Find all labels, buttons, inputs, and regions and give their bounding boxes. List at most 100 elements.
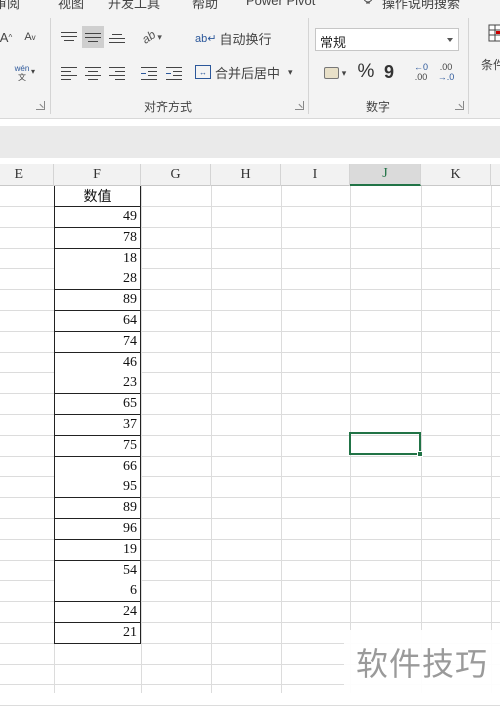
chevron-down-icon [447,38,453,42]
value-cell[interactable]: 24 [54,602,141,624]
value-cell[interactable]: 64 [54,311,141,332]
align-right-button[interactable] [106,61,128,83]
column-header-j[interactable]: J [350,164,421,186]
percent-label: % [357,61,375,82]
tab-developer[interactable]: 开发工具 [108,0,160,12]
table-header-cell[interactable]: 数值 [54,186,141,207]
align-center-button[interactable] [82,61,104,83]
value-cell[interactable]: 37 [54,415,141,436]
increase-font-label: A [0,29,9,45]
align-center-icon [85,66,101,80]
align-bottom-button[interactable] [106,26,128,48]
decrease-decimal-top: .00 [439,62,453,72]
wrap-text-label: 自动换行 [219,31,272,47]
decrease-decimal-button[interactable]: .00 →.0 [434,59,458,85]
font-dialog-launcher-icon[interactable] [36,101,45,110]
value-cell[interactable]: 18 [54,248,141,270]
conditional-formatting-label[interactable]: 条件 [478,56,500,72]
lightbulb-icon [358,0,378,8]
tab-review[interactable]: 审阅 [0,0,20,12]
chevron-down-icon: ▾ [288,66,293,77]
decrease-decimal-bottom: →.0 [437,72,455,82]
increase-decimal-bottom: .00 [414,72,428,82]
decrease-indent-icon [141,66,157,80]
align-left-icon [61,66,77,80]
ribbon: 审阅 视图 开发工具 帮助 Power Pivot 操作说明搜索 A ^ Av w… [0,0,500,118]
comma-label: 9 [383,61,394,82]
align-middle-icon [85,31,101,44]
orientation-button[interactable]: ab ▾ [136,26,168,48]
value-cell[interactable]: 89 [54,498,141,520]
value-cell[interactable]: 95 [54,477,141,499]
column-header-g[interactable]: G [141,164,211,186]
value-cell[interactable]: 65 [54,394,141,416]
column-gridline [421,186,422,693]
merge-icon: ↔ [195,65,211,79]
increase-indent-icon [166,66,182,80]
decrease-indent-button[interactable] [138,61,160,83]
value-cell[interactable]: 49 [54,207,141,228]
tab-help[interactable]: 帮助 [192,0,218,12]
column-header-i[interactable]: I [281,164,350,186]
phonetic-top: wén [14,64,30,73]
value-cell[interactable]: 46 [54,352,141,374]
merge-center-label: 合并后居中 [215,65,281,81]
value-cell[interactable]: 74 [54,331,141,353]
accounting-format-button[interactable]: ▾ [318,62,352,84]
value-cell[interactable]: 21 [54,623,141,644]
column-header-h[interactable]: H [211,164,281,186]
align-left-button[interactable] [58,61,80,83]
value-cell[interactable]: 28 [54,269,141,291]
value-cell[interactable]: 23 [54,373,141,395]
tab-power-pivot[interactable]: Power Pivot [246,0,315,8]
orientation-label: ab [139,27,159,47]
merge-center-button[interactable]: ↔ 合并后居中 ▾ [195,61,301,83]
group-divider [468,18,469,114]
column-gridline [491,186,492,693]
value-cell[interactable]: 96 [54,519,141,540]
column-header-e[interactable]: E [0,164,54,186]
worksheet-grid[interactable]: 数值 49 78 18 28 89 64 74 46 23 65 37 75 66 95 89 96 19 54 6… [0,186,500,706]
chevron-down-icon: ▾ [341,67,347,78]
increase-decimal-button[interactable]: ←0 .00 [409,59,433,85]
conditional-formatting-icon[interactable] [486,22,500,44]
value-cell[interactable]: 19 [54,539,141,561]
group-divider [50,18,51,114]
decrease-font-button[interactable]: Av [20,28,40,46]
align-bottom-icon [109,31,125,44]
fill-handle[interactable] [417,451,423,457]
increase-font-button[interactable]: A ^ [0,28,15,46]
value-cell[interactable]: 66 [54,456,141,478]
value-cell[interactable]: 6 [54,581,141,603]
chevron-down-icon[interactable]: ▾ [29,66,37,76]
wrap-text-icon: ab↵ [195,32,217,45]
alignment-dialog-launcher-icon[interactable] [295,101,304,110]
comma-style-button[interactable]: 9 [380,60,398,84]
decrease-font-label: A [24,31,32,43]
value-cell[interactable]: 89 [54,290,141,312]
align-top-button[interactable] [58,26,80,48]
number-group-label: 数字 [366,100,391,114]
column-gridline [141,186,142,693]
value-cell[interactable]: 75 [54,435,141,457]
value-cell[interactable]: 78 [54,227,141,249]
column-gridline [211,186,212,693]
align-right-icon [109,66,125,80]
wrap-text-button[interactable]: ab↵ 自动换行 [195,27,273,49]
column-header-k[interactable]: K [421,164,491,186]
group-divider [308,18,309,114]
column-header-f[interactable]: F [54,164,141,186]
formula-bar[interactable] [0,126,500,158]
column-header-row: E F G H I J K [0,164,500,186]
column-gridline [281,186,282,693]
watermark: 软件技巧 [344,630,500,693]
value-cell[interactable]: 54 [54,560,141,582]
increase-indent-button[interactable] [163,61,185,83]
tell-me-search[interactable]: 操作说明搜索 [382,0,460,12]
percent-style-button[interactable]: % [356,60,376,84]
align-middle-button[interactable] [82,26,104,48]
selected-cell[interactable] [349,432,423,457]
number-dialog-launcher-icon[interactable] [455,101,464,110]
number-format-select[interactable]: 常规 [315,28,459,51]
tab-view[interactable]: 视图 [58,0,84,12]
